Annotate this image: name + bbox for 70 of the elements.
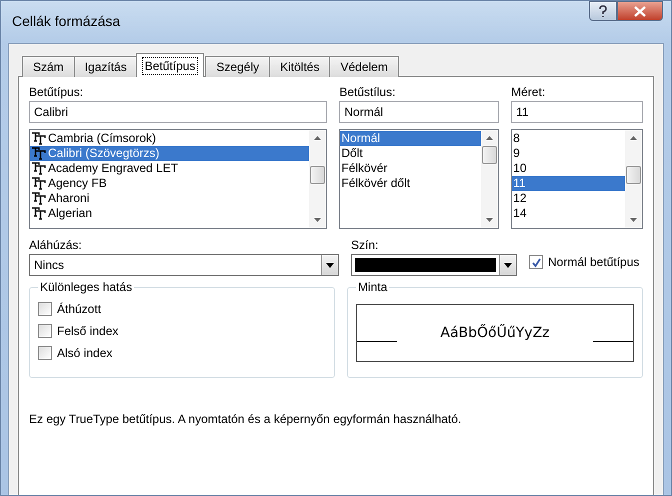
scroll-up-icon[interactable] <box>314 136 322 140</box>
tab[interactable]: Szegély <box>205 56 270 77</box>
scroll-down-icon[interactable] <box>314 218 322 222</box>
truetype-icon <box>31 177 46 190</box>
tab[interactable]: Kitöltés <box>269 56 330 77</box>
scroll-thumb[interactable] <box>626 166 641 184</box>
checkbox-label: Alsó index <box>57 346 112 360</box>
size-list-item[interactable]: 12 <box>512 191 625 206</box>
size-list-item[interactable]: 14 <box>512 206 625 221</box>
checkbox-label: Felső index <box>57 324 118 338</box>
truetype-icon <box>31 207 46 220</box>
truetype-icon <box>31 162 46 175</box>
underline-dropdown[interactable]: Nincs <box>29 254 339 276</box>
font-list-item[interactable]: Academy Engraved LET <box>30 161 310 176</box>
font-list-item[interactable]: Aharoni <box>30 191 310 206</box>
input-field[interactable]: 11 <box>511 101 643 123</box>
field-label: Betűstílus: <box>339 85 396 101</box>
tab[interactable]: Betűtípus <box>136 53 204 77</box>
field-label: Méret: <box>511 85 546 101</box>
font-list-item[interactable]: Agency FB <box>30 176 310 191</box>
scrollbar[interactable] <box>481 130 498 228</box>
truetype-icon <box>31 192 46 205</box>
checkmark-icon <box>530 256 542 268</box>
tab[interactable]: Szám <box>22 56 75 77</box>
scroll-down-icon[interactable] <box>630 218 637 222</box>
scroll-thumb[interactable] <box>310 166 326 184</box>
checkbox[interactable] <box>38 302 52 316</box>
scroll-up-icon[interactable] <box>630 136 637 140</box>
dropdown-arrow-icon <box>504 262 512 268</box>
dropdown-arrow-icon <box>326 262 334 268</box>
scroll-up-icon[interactable] <box>486 136 494 140</box>
style-list-item[interactable]: Dőlt <box>340 146 482 161</box>
size-list-item[interactable]: 9 <box>512 146 625 161</box>
size-list-item[interactable]: 11 <box>512 176 625 191</box>
checkbox[interactable] <box>38 346 52 360</box>
font-list-item[interactable]: Algerian <box>30 206 310 221</box>
field-label: Aláhúzás: <box>29 238 83 254</box>
tab[interactable]: Védelem <box>329 56 399 77</box>
preview-sample-text: AáBbŐőŰűYyZz <box>440 325 550 341</box>
checkbox[interactable] <box>38 324 52 338</box>
input-field[interactable]: Calibri <box>29 101 328 123</box>
window-title: Cellák formázása <box>12 13 120 29</box>
input-field[interactable]: Normál <box>339 101 500 123</box>
help-icon <box>597 4 609 18</box>
size-list-item[interactable]: 10 <box>512 161 625 176</box>
scrollbar[interactable] <box>625 130 642 228</box>
scrollbar[interactable] <box>309 130 326 228</box>
font-list-item[interactable]: Cambria (Címsorok) <box>30 131 310 146</box>
scroll-down-icon[interactable] <box>486 218 494 222</box>
scroll-thumb[interactable] <box>482 146 498 164</box>
field-label: Betűtípus: <box>29 85 84 101</box>
font-list-item[interactable]: Calibri (Szövegtörzs) <box>30 146 310 161</box>
help-button[interactable] <box>589 1 617 21</box>
size-list-item[interactable]: 8 <box>512 131 625 146</box>
checkbox-label: Áthúzott <box>57 302 102 316</box>
checkbox-label: Normál betűtípus <box>548 255 640 269</box>
tab[interactable]: Igazítás <box>74 56 138 77</box>
style-list-item[interactable]: Félkövér <box>340 161 482 176</box>
style-list-item[interactable]: Félkövér dőlt <box>340 176 482 191</box>
truetype-icon <box>31 147 46 160</box>
truetype-icon <box>31 132 46 145</box>
color-dropdown[interactable] <box>351 254 517 276</box>
close-button[interactable] <box>617 1 663 21</box>
group-title: Különleges hatás <box>39 280 134 294</box>
group-title: Minta <box>356 280 388 294</box>
field-label: Szín: <box>351 238 380 254</box>
font-description: Ez egy TrueType betűtípus. A nyomtatón és a képernyőn egyformán használható. <box>29 412 462 426</box>
close-icon <box>634 6 646 16</box>
style-list-item[interactable]: Normál <box>340 131 482 146</box>
checkbox[interactable] <box>529 255 543 269</box>
